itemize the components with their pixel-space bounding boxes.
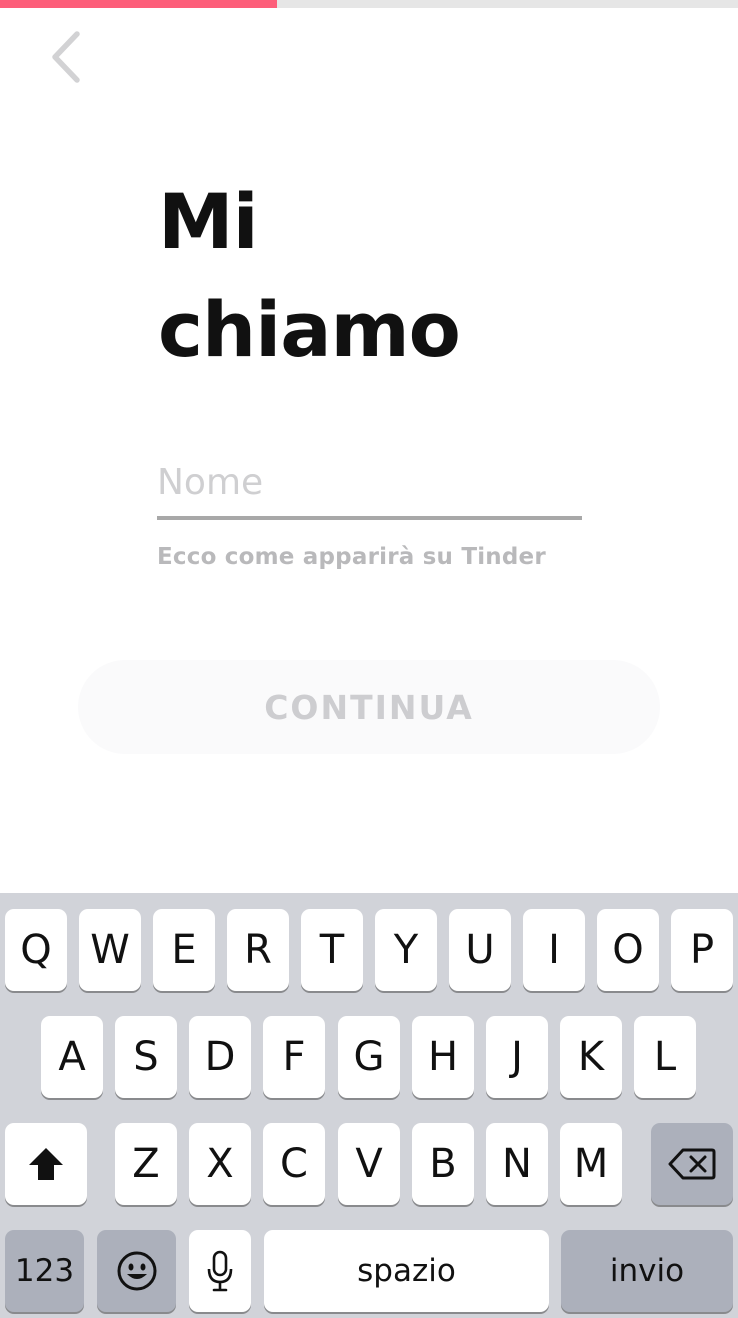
key-t[interactable]: T — [301, 909, 363, 991]
key-q[interactable]: Q — [5, 909, 67, 991]
microphone-icon — [207, 1250, 233, 1292]
shift-icon — [29, 1148, 63, 1180]
key-p[interactable]: P — [671, 909, 733, 991]
name-input[interactable] — [157, 448, 582, 516]
key-m[interactable]: M — [560, 1123, 622, 1205]
key-x[interactable]: X — [189, 1123, 251, 1205]
emoji-icon — [117, 1251, 156, 1291]
key-o[interactable]: O — [597, 909, 659, 991]
on-screen-keyboard: Q W E R T Y U I O P A S D F G H J K L Z … — [0, 893, 738, 1318]
page-title-line-2: chiamo — [158, 285, 461, 374]
emoji-key[interactable] — [97, 1230, 176, 1312]
key-y[interactable]: Y — [375, 909, 437, 991]
backspace-key[interactable] — [651, 1123, 733, 1205]
name-entry-screen: Mi chiamo Ecco come apparirà su Tinder C… — [0, 0, 738, 1318]
page-title-line-1: Mi — [158, 177, 259, 266]
key-b[interactable]: B — [412, 1123, 474, 1205]
progress-bar — [0, 0, 738, 8]
page-title: Mi chiamo — [158, 168, 461, 384]
key-a[interactable]: A — [41, 1016, 103, 1098]
key-c[interactable]: C — [263, 1123, 325, 1205]
key-z[interactable]: Z — [115, 1123, 177, 1205]
backspace-icon — [668, 1148, 716, 1180]
name-field-container — [157, 448, 582, 520]
key-w[interactable]: W — [79, 909, 141, 991]
helper-text: Ecco come apparirà su Tinder — [157, 544, 546, 570]
key-s[interactable]: S — [115, 1016, 177, 1098]
space-key[interactable]: spazio — [264, 1230, 549, 1312]
key-u[interactable]: U — [449, 909, 511, 991]
key-g[interactable]: G — [338, 1016, 400, 1098]
back-button[interactable] — [36, 22, 96, 92]
key-i[interactable]: I — [523, 909, 585, 991]
key-e[interactable]: E — [153, 909, 215, 991]
shift-key[interactable] — [5, 1123, 87, 1205]
key-k[interactable]: K — [560, 1016, 622, 1098]
numbers-key[interactable]: 123 — [5, 1230, 84, 1312]
key-n[interactable]: N — [486, 1123, 548, 1205]
chevron-left-icon — [52, 31, 80, 83]
key-d[interactable]: D — [189, 1016, 251, 1098]
key-v[interactable]: V — [338, 1123, 400, 1205]
key-h[interactable]: H — [412, 1016, 474, 1098]
key-j[interactable]: J — [486, 1016, 548, 1098]
continue-button[interactable]: CONTINUA — [78, 660, 660, 754]
key-f[interactable]: F — [263, 1016, 325, 1098]
progress-bar-fill — [0, 0, 277, 8]
microphone-key[interactable] — [189, 1230, 251, 1312]
return-key[interactable]: invio — [561, 1230, 733, 1312]
key-l[interactable]: L — [634, 1016, 696, 1098]
key-r[interactable]: R — [227, 909, 289, 991]
